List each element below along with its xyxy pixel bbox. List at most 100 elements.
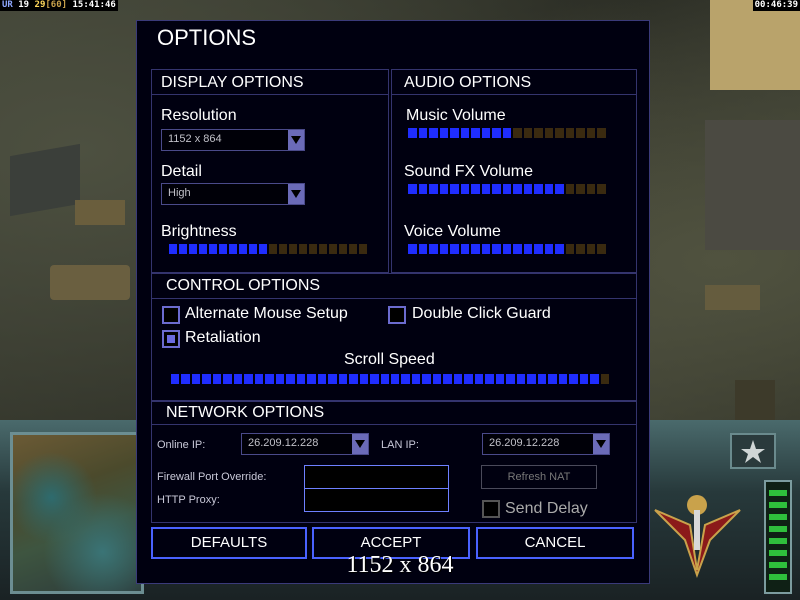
slider-segment	[189, 244, 197, 254]
slider-segment	[439, 184, 449, 194]
slider-segment	[464, 374, 473, 384]
slider-segment	[544, 128, 554, 138]
slider-segment	[597, 184, 606, 194]
general-star-icon[interactable]	[730, 433, 776, 469]
slider-segment	[422, 374, 431, 384]
slider-segment	[299, 244, 307, 254]
slider-segment	[576, 184, 585, 194]
resolution-value: 1152 x 864	[168, 133, 222, 145]
slider-segment	[506, 374, 515, 384]
top-right-clock: 00:46:39	[752, 0, 800, 11]
slider-segment	[418, 244, 428, 254]
slider-segment	[481, 184, 491, 194]
slider-segment	[408, 184, 417, 194]
send-delay-checkbox[interactable]	[482, 500, 500, 518]
slider-segment	[523, 244, 533, 254]
detail-value: High	[168, 187, 191, 199]
slider-segment	[485, 374, 494, 384]
display-options-panel: DISPLAY OPTIONS Resolution 1152 x 864 De…	[151, 69, 389, 273]
sound-fx-volume-slider[interactable]	[408, 184, 608, 194]
slider-segment	[460, 184, 470, 194]
status-a: 19	[18, 0, 30, 10]
status-time: 15:41:46	[72, 0, 116, 10]
slider-segment	[349, 374, 358, 384]
slider-segment	[460, 128, 470, 138]
network-options-title: NETWORK OPTIONS	[166, 404, 325, 421]
resolution-dropdown[interactable]: 1152 x 864	[161, 129, 305, 151]
slider-segment	[555, 184, 564, 194]
slider-segment	[471, 244, 480, 254]
brightness-label: Brightness	[161, 223, 237, 240]
options-dialog: OPTIONS DISPLAY OPTIONS Resolution 1152 …	[136, 20, 650, 584]
scroll-speed-slider[interactable]	[171, 374, 611, 384]
slider-segment	[586, 244, 596, 254]
send-delay-label: Send Delay	[505, 500, 588, 517]
chevron-down-icon[interactable]	[593, 434, 609, 454]
audio-options-panel: AUDIO OPTIONS Music Volume Sound FX Volu…	[391, 69, 637, 273]
chevron-down-icon[interactable]	[288, 130, 304, 150]
lan-ip-dropdown[interactable]: 26.209.12.228	[482, 433, 610, 455]
slider-segment	[453, 374, 463, 384]
status-c: [60]	[45, 0, 68, 10]
slider-segment	[576, 244, 585, 254]
slider-segment	[307, 374, 316, 384]
slider-segment	[254, 374, 264, 384]
detail-label: Detail	[161, 163, 202, 180]
slider-segment	[537, 374, 547, 384]
online-ip-dropdown[interactable]: 26.209.12.228	[241, 433, 369, 455]
slider-segment	[471, 184, 480, 194]
unit-right	[735, 380, 775, 420]
slider-segment	[233, 374, 243, 384]
slider-segment	[516, 374, 526, 384]
slider-segment	[597, 244, 606, 254]
slider-segment	[349, 244, 357, 254]
firewall-port-label: Firewall Port Override:	[157, 471, 267, 483]
voice-volume-slider[interactable]	[408, 244, 608, 254]
http-proxy-field[interactable]	[304, 488, 449, 512]
slider-segment	[239, 244, 247, 254]
slider-segment	[492, 184, 501, 194]
slider-segment	[471, 128, 480, 138]
chevron-down-icon[interactable]	[352, 434, 368, 454]
slider-segment	[418, 128, 428, 138]
slider-segment	[544, 184, 554, 194]
slider-segment	[513, 184, 522, 194]
chevron-down-icon[interactable]	[288, 184, 304, 204]
music-volume-slider[interactable]	[408, 128, 608, 138]
display-options-title: DISPLAY OPTIONS	[161, 74, 304, 91]
audio-options-title: AUDIO OPTIONS	[404, 74, 532, 91]
sound-fx-volume-label: Sound FX Volume	[404, 163, 533, 180]
double-click-guard-checkbox[interactable]	[388, 306, 406, 324]
vehicle-left	[50, 265, 130, 300]
slider-segment	[558, 374, 568, 384]
refresh-nat-button[interactable]: Refresh NAT	[481, 465, 597, 489]
resolution-label: Resolution	[161, 107, 237, 124]
detail-dropdown[interactable]: High	[161, 183, 305, 205]
firewall-port-field[interactable]	[304, 465, 449, 489]
alternate-mouse-checkbox[interactable]	[162, 306, 180, 324]
slider-segment	[169, 244, 177, 254]
slider-segment	[492, 128, 501, 138]
status-b: 29	[34, 0, 46, 10]
slider-segment	[555, 128, 564, 138]
slider-segment	[432, 374, 442, 384]
slider-segment	[411, 374, 421, 384]
slider-segment	[548, 374, 557, 384]
slider-segment	[534, 184, 543, 194]
slider-segment	[209, 244, 217, 254]
slider-segment	[339, 244, 347, 254]
slider-segment	[586, 128, 596, 138]
slider-segment	[179, 244, 187, 254]
slider-segment	[502, 128, 512, 138]
retaliation-checkbox[interactable]	[162, 330, 180, 348]
slider-segment	[359, 244, 367, 254]
lan-ip-value: 26.209.12.228	[489, 437, 560, 449]
online-ip-value: 26.209.12.228	[248, 437, 319, 449]
slider-segment	[408, 244, 417, 254]
resolution-overlay-text: 1152 x 864	[346, 552, 454, 578]
http-proxy-label: HTTP Proxy:	[157, 494, 220, 506]
retaliation-label: Retaliation	[185, 329, 261, 346]
slider-segment	[370, 374, 379, 384]
brightness-slider[interactable]	[169, 244, 369, 254]
slider-segment	[286, 374, 295, 384]
